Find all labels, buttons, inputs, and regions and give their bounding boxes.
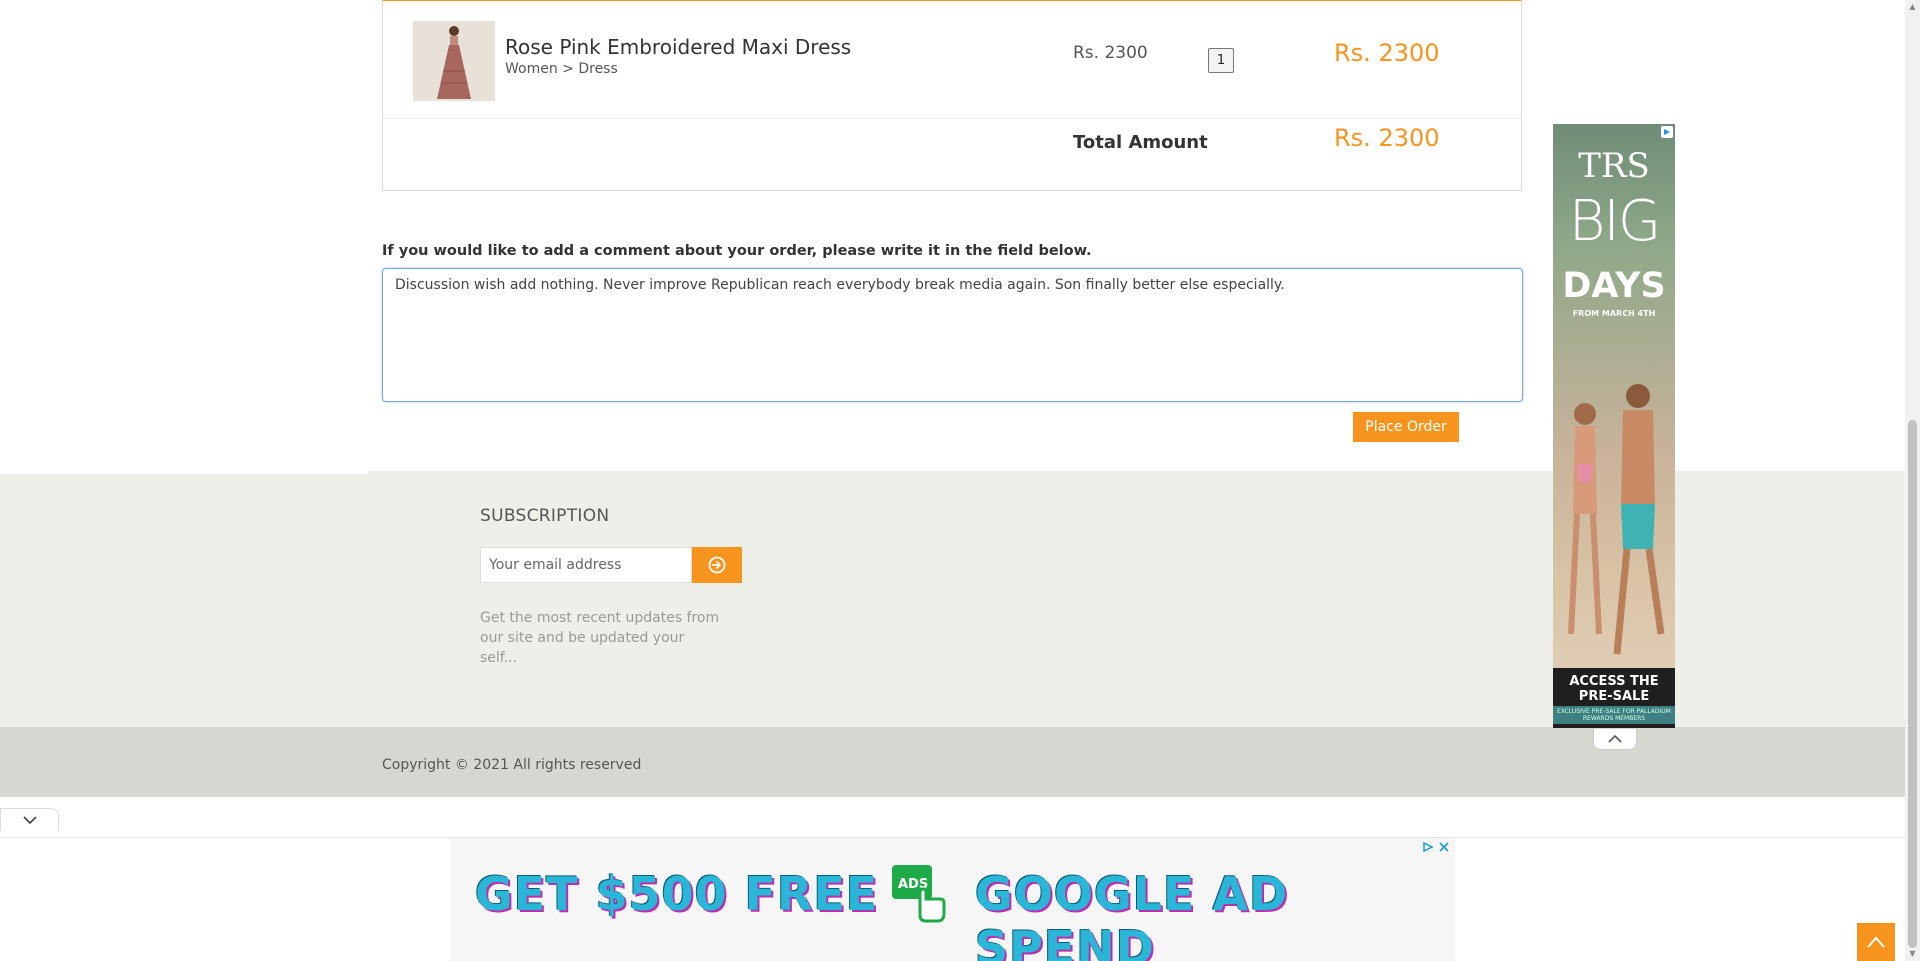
back-to-top-button[interactable] (1857, 923, 1895, 961)
scrollbar-thumb[interactable] (1908, 420, 1917, 948)
footer-divider (0, 471, 368, 474)
product-thumbnail[interactable] (413, 21, 495, 101)
page-scrollbar[interactable]: ▲ ▼ (1905, 0, 1920, 961)
order-comment-textarea[interactable] (382, 268, 1523, 402)
banner-text-right: GOOGLE AD SPEND (975, 867, 1289, 961)
ad-beach-image (1568, 384, 1665, 655)
subscribe-button[interactable] (692, 547, 742, 583)
total-amount-label: Total Amount (1073, 132, 1208, 153)
cart-row: Rose Pink Embroidered Maxi Dress Women >… (383, 1, 1521, 119)
ad-choices-icon[interactable] (1423, 842, 1433, 852)
chevron-up-icon (1867, 936, 1885, 948)
row-total: Rs. 2300 (1334, 39, 1440, 67)
bottom-advertisement[interactable]: GET $500 FREE ADS GOOGLE AD SPEND (450, 838, 1455, 961)
side-advertisement[interactable]: TRS BIG DAYS FROM MARCH 4TH ACCESS THE P… (1553, 124, 1675, 728)
dress-image (413, 21, 495, 101)
unit-price: Rs. 2300 (1073, 43, 1148, 63)
quantity-field[interactable]: 1 (1208, 48, 1234, 73)
page: Rose Pink Embroidered Maxi Dress Women >… (0, 0, 1905, 961)
subscription-title: SUBSCRIPTION (480, 506, 610, 526)
ads-click-icon: ADS (892, 865, 946, 923)
scroll-down-arrow-icon[interactable]: ▼ (1908, 949, 1917, 959)
product-category: Women > Dress (505, 61, 618, 77)
chevron-down-icon (22, 816, 37, 825)
side-ad-collapse-button[interactable] (1593, 729, 1637, 750)
ad-choices-icon[interactable] (1661, 126, 1673, 138)
arrow-circle-right-icon (708, 556, 726, 574)
ad-headline-big: BIG (1568, 189, 1662, 254)
ad-cta: ACCESS THE PRE-SALE (1569, 674, 1659, 704)
total-amount-value: Rs. 2300 (1334, 124, 1440, 152)
cart-table: Rose Pink Embroidered Maxi Dress Women >… (382, 0, 1522, 191)
ad-date-line: FROM MARCH 4TH (1572, 309, 1656, 318)
subscription-description: Get the most recent updates from our sit… (480, 610, 720, 666)
product-name[interactable]: Rose Pink Embroidered Maxi Dress (505, 35, 851, 59)
ad-logo: TRS (1578, 146, 1650, 186)
banner-controls (1423, 842, 1449, 852)
close-icon[interactable] (1439, 842, 1449, 852)
ad-headline-days: DAYS (1562, 266, 1666, 306)
chevron-up-icon (1608, 734, 1622, 743)
ad-cta-subtext: EXCLUSIVE PRE-SALE FOR PALLADIUM REWARDS… (1553, 706, 1675, 724)
copyright-text: Copyright © 2021 All rights reserved (382, 757, 642, 773)
bottom-ad-toggle-button[interactable] (0, 808, 59, 831)
banner-text-left: GET $500 FREE (475, 867, 879, 921)
email-input[interactable] (480, 547, 692, 583)
place-order-button[interactable]: Place Order (1353, 412, 1459, 442)
comment-label: If you would like to add a comment about… (382, 243, 1092, 259)
scroll-up-arrow-icon[interactable]: ▲ (1908, 2, 1917, 12)
ad-cta-box[interactable]: ACCESS THE PRE-SALE EXCLUSIVE PRE-SALE F… (1553, 668, 1675, 728)
